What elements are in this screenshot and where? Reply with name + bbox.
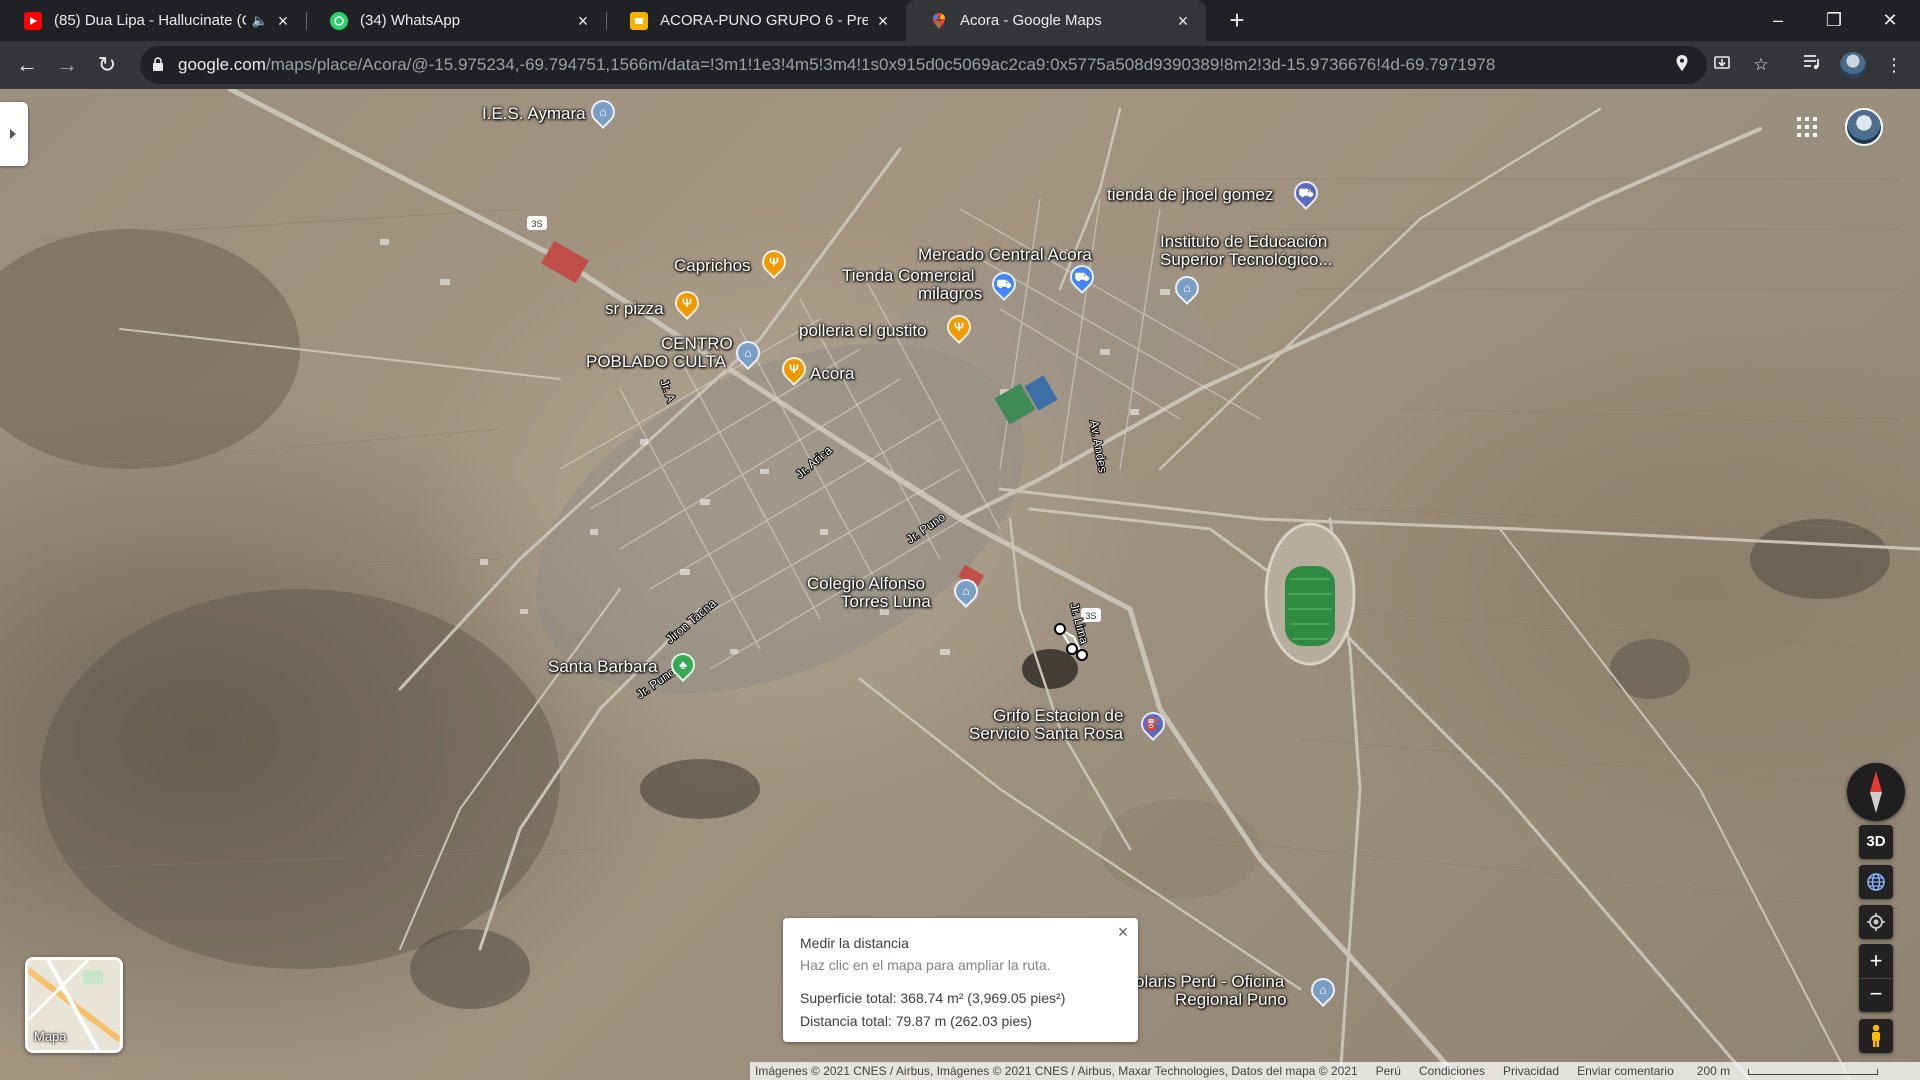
lock-icon (153, 57, 163, 71)
google-apps-icon[interactable] (1797, 117, 1817, 137)
account-avatar[interactable] (1845, 108, 1883, 146)
new-tab-button[interactable]: + (1222, 6, 1252, 36)
youtube-icon (24, 11, 42, 30)
minimize-button[interactable]: – (1750, 0, 1806, 41)
zoom-control: + − (1859, 944, 1893, 1012)
feedback-link[interactable]: Enviar comentario (1577, 1064, 1674, 1078)
tab-google-maps[interactable]: Acora - Google Maps × (906, 0, 1206, 41)
tab-slides[interactable]: ACORA-PUNO GRUPO 6 - Presen × (606, 0, 906, 41)
close-tab-icon[interactable]: × (574, 12, 592, 30)
tab-title: (34) WhatsApp (360, 12, 461, 29)
back-button[interactable]: ← (11, 49, 43, 81)
map-canvas[interactable]: 3S 3S Jr. Puno Jr. Puno Jiron Tacna Jr. … (0, 89, 1920, 1080)
imagery-attribution: Imágenes © 2021 CNES / Airbus, Imágenes … (755, 1064, 1358, 1078)
measure-distance: Distancia total: 79.87 m (262.03 pies) (800, 1013, 1032, 1029)
expand-side-panel-button[interactable] (0, 102, 28, 166)
scale-label[interactable]: 200 m (1692, 1064, 1891, 1078)
url-text: google.com/maps/place/Acora/@-15.975234,… (178, 55, 1496, 74)
close-tab-icon[interactable]: × (274, 12, 292, 30)
close-tab-icon[interactable]: × (1174, 12, 1192, 30)
svg-text:3S: 3S (1085, 611, 1096, 621)
measure-distance-card: Medir la distancia Haz clic en el mapa p… (783, 918, 1138, 1042)
location-icon[interactable] (1671, 54, 1693, 76)
pegman-icon[interactable] (1859, 1019, 1893, 1053)
measure-area: Superficie total: 368.74 m² (3,969.05 pi… (800, 990, 1066, 1006)
profile-avatar[interactable] (1840, 52, 1866, 78)
scale-bar (1748, 1069, 1879, 1075)
more-menu-icon[interactable]: ⋮ (1882, 53, 1906, 77)
browser-toolbar: ← → ↻ google.com/maps/place/Acora/@-15.9… (0, 41, 1920, 89)
slides-icon (630, 11, 648, 30)
zoom-in-button[interactable]: + (1859, 944, 1893, 978)
svg-text:3S: 3S (531, 219, 542, 229)
whatsapp-icon (330, 11, 348, 30)
tab-strip: (85) Dua Lipa - Hallucinate (C 🔈 × (34) … (0, 0, 1920, 41)
route-shield: 3S (527, 216, 547, 230)
map-layer-toggle[interactable]: Mapa (25, 957, 123, 1053)
tilt-3d-button[interactable]: 3D (1859, 825, 1893, 859)
globe-icon[interactable] (1859, 865, 1893, 899)
close-icon[interactable]: × (1114, 923, 1132, 941)
street-label: Jr. A (657, 377, 678, 404)
close-window-button[interactable]: ✕ (1862, 0, 1918, 41)
privacy-link[interactable]: Privacidad (1503, 1064, 1559, 1078)
install-icon[interactable] (1711, 54, 1733, 76)
bookmark-star-icon[interactable]: ☆ (1750, 54, 1772, 76)
tab-title: ACORA-PUNO GRUPO 6 - Presen (660, 12, 868, 29)
measure-hint: Haz clic en el mapa para ampliar la ruta… (800, 957, 1051, 973)
media-control-icon[interactable] (1800, 53, 1824, 77)
zoom-out-button[interactable]: − (1859, 978, 1893, 1012)
street-label: Av. Andes (1087, 419, 1110, 474)
forward-button[interactable]: → (51, 49, 83, 81)
measure-title: Medir la distancia (800, 935, 909, 951)
tab-title: (85) Dua Lipa - Hallucinate (C (54, 12, 246, 29)
my-location-icon[interactable] (1859, 905, 1893, 939)
tab-whatsapp[interactable]: (34) WhatsApp × (306, 0, 606, 41)
maps-icon (930, 12, 948, 30)
tab-youtube[interactable]: (85) Dua Lipa - Hallucinate (C 🔈 × (0, 0, 306, 41)
close-tab-icon[interactable]: × (874, 12, 892, 30)
speaker-muted-icon[interactable]: 🔈 (252, 13, 268, 29)
country-link[interactable]: Perú (1376, 1064, 1401, 1078)
terms-link[interactable]: Condiciones (1419, 1064, 1485, 1078)
tab-title: Acora - Google Maps (960, 12, 1102, 29)
map-footer: Imágenes © 2021 CNES / Airbus, Imágenes … (750, 1062, 1920, 1080)
reload-button[interactable]: ↻ (91, 49, 123, 81)
address-bar[interactable]: google.com/maps/place/Acora/@-15.975234,… (140, 46, 1769, 84)
restore-button[interactable]: ❐ (1806, 0, 1862, 41)
compass-icon[interactable] (1847, 763, 1905, 821)
